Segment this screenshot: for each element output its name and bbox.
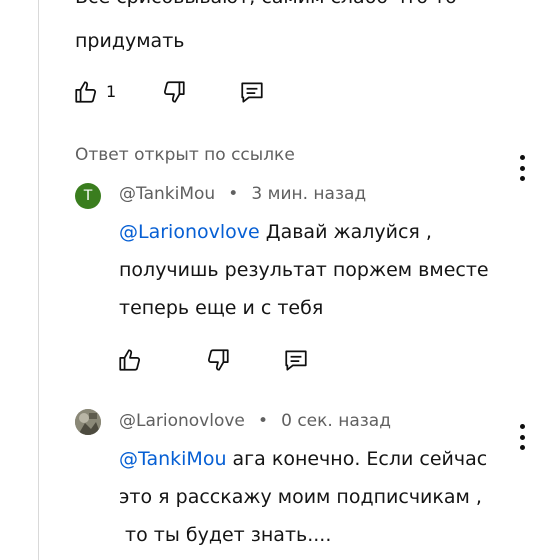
- reply-text-line-2: получишь результат поржем вместе: [119, 259, 489, 281]
- reply-header: @Larionovlove • 0 сек. назад: [119, 411, 391, 431]
- reply-text-line-1: @Larionovlove Давай жалуйся ,: [119, 213, 432, 251]
- mention-link[interactable]: @Larionovlove: [119, 221, 260, 243]
- reply-button[interactable]: [236, 76, 268, 108]
- thumb-down-icon: [163, 81, 185, 103]
- timestamp[interactable]: 3 мин. назад: [251, 184, 366, 204]
- timestamp[interactable]: 0 сек. назад: [281, 411, 391, 431]
- reply-text-line-2: это я расскажу моим подписчикам ,: [119, 486, 482, 508]
- more-vertical-icon[interactable]: [517, 424, 527, 450]
- reply-header: @TankiMou • 3 мин. назад: [119, 184, 366, 204]
- avatar[interactable]: T: [75, 183, 101, 209]
- thread-line: [38, 0, 39, 560]
- dislike-button[interactable]: [202, 344, 234, 376]
- thumb-up-icon: [75, 81, 97, 103]
- author-handle[interactable]: @Larionovlove: [119, 411, 245, 431]
- reply-text-segment: ага конечно. Если сейчас: [226, 448, 488, 470]
- avatar-photo: [75, 409, 101, 435]
- dislike-button[interactable]: [158, 76, 190, 108]
- like-button[interactable]: [114, 344, 146, 376]
- mention-link[interactable]: @TankiMou: [119, 448, 227, 470]
- like-count: 1: [106, 82, 117, 101]
- reply-notice: Ответ открыт по ссылке: [75, 145, 295, 165]
- reply-text-line-3: то ты будет знать....: [119, 524, 332, 546]
- avatar[interactable]: [75, 409, 101, 435]
- comment-icon: [241, 82, 263, 103]
- comment-text-line-2: придумать: [75, 30, 185, 52]
- like-button[interactable]: [70, 76, 102, 108]
- comment-icon: [285, 350, 307, 371]
- separator: •: [257, 411, 269, 431]
- thumb-up-icon: [119, 349, 141, 371]
- reply-text-line-3: теперь еще и с тебя: [119, 297, 324, 319]
- separator: •: [228, 184, 239, 204]
- reply-text-segment: Давай жалуйся ,: [259, 221, 432, 243]
- avatar-letter: T: [83, 188, 93, 204]
- author-handle[interactable]: @TankiMou: [119, 184, 215, 204]
- thumb-down-icon: [207, 349, 229, 371]
- comment-text-line-1: Все срисовывают, самим слабо что то: [75, 0, 457, 16]
- more-vertical-icon[interactable]: [517, 155, 527, 181]
- reply-button[interactable]: [280, 344, 312, 376]
- reply-text-line-1: @TankiMou ага конечно. Если сейчас: [119, 440, 487, 478]
